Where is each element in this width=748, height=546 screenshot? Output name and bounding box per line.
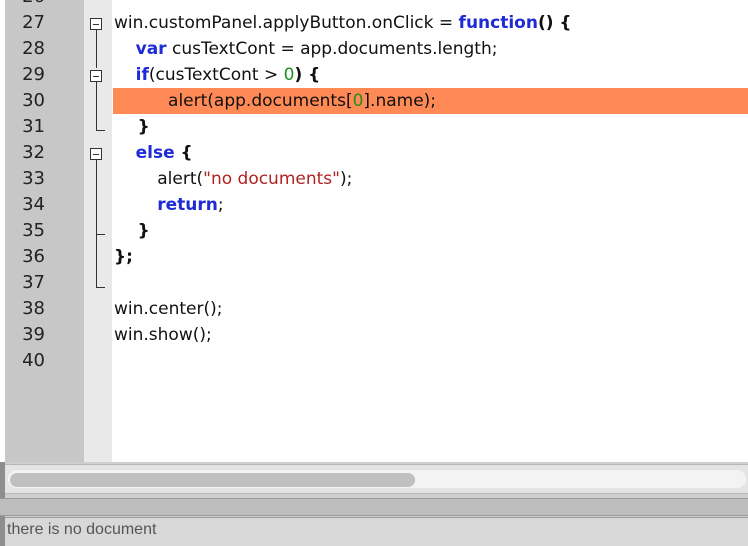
line-number: 39 xyxy=(22,324,45,345)
code-text[interactable]: }; xyxy=(114,244,133,270)
code-text[interactable]: return; xyxy=(114,192,224,218)
code-token: ; xyxy=(217,195,224,215)
code-token: return xyxy=(157,195,218,215)
code-token: if xyxy=(135,65,149,85)
code-text[interactable]: else { xyxy=(114,140,193,166)
code-line[interactable]: 27 win.customPanel.applyButton.onClick = … xyxy=(0,10,748,36)
panel-splitter[interactable] xyxy=(0,498,748,516)
fold-guide xyxy=(96,30,97,68)
code-text[interactable]: } xyxy=(114,218,150,244)
code-token: alert(app.documents[ xyxy=(114,91,353,111)
line-number: 28 xyxy=(22,38,45,59)
code-text[interactable]: } xyxy=(114,114,150,140)
code-token: win.customPanel.applyButton.onClick = xyxy=(114,13,459,33)
fold-guide xyxy=(96,82,97,130)
code-token: () { xyxy=(537,13,572,33)
console-panel: there is no document xyxy=(5,517,748,546)
code-line[interactable]: 33 alert("no documents"); xyxy=(0,166,748,192)
code-text[interactable]: var cusTextCont = app.documents.length; xyxy=(114,36,498,62)
code-text[interactable]: if(cusTextCont > 0) { xyxy=(114,62,321,88)
code-line[interactable]: 32 else { xyxy=(0,140,748,166)
line-number: 30 xyxy=(22,90,45,111)
code-token: "no documents" xyxy=(203,169,340,189)
fold-guide xyxy=(96,160,97,288)
fold-end-marker xyxy=(96,130,105,131)
code-line[interactable]: 36}; xyxy=(0,244,748,270)
code-line[interactable]: 28 var cusTextCont = app.documents.lengt… xyxy=(0,36,748,62)
code-line[interactable]: 37 xyxy=(0,270,748,296)
horizontal-scrollbar[interactable] xyxy=(5,464,748,494)
code-token: cusTextCont = app.documents.length; xyxy=(166,39,498,59)
fold-end-marker xyxy=(96,287,105,288)
line-number: 36 xyxy=(22,246,45,267)
scrollbar-thumb[interactable] xyxy=(10,473,415,487)
code-line[interactable]: 29 if(cusTextCont > 0) { xyxy=(0,62,748,88)
line-number: 35 xyxy=(22,220,45,241)
line-number: 33 xyxy=(22,168,45,189)
code-token: } xyxy=(114,117,150,137)
script-editor-window: 26 27 win.customPanel.applyButton.onClick … xyxy=(0,0,748,546)
code-line[interactable]: 35 } xyxy=(0,218,748,244)
code-token: ); xyxy=(339,169,353,189)
code-line[interactable]: 38 win.center(); xyxy=(0,296,748,322)
code-token: else xyxy=(135,143,175,163)
line-number: 29 xyxy=(22,64,45,85)
line-number: 38 xyxy=(22,298,45,319)
fold-collapse-icon[interactable] xyxy=(90,70,102,82)
code-line-highlighted[interactable]: 30 alert(app.documents[0].name); xyxy=(0,88,748,114)
code-line[interactable]: 31 } xyxy=(0,114,748,140)
line-number: 40 xyxy=(22,350,45,371)
code-token: function xyxy=(458,13,538,33)
code-text[interactable]: alert("no documents"); xyxy=(114,166,352,192)
code-text[interactable]: win.show(); xyxy=(114,322,212,348)
code-editor[interactable]: 26 27 win.customPanel.applyButton.onClick … xyxy=(0,0,748,462)
line-number: 26 xyxy=(5,0,45,10)
code-token: var xyxy=(135,39,167,59)
line-number: 31 xyxy=(22,116,45,137)
code-line[interactable]: 39 win.show(); xyxy=(0,322,748,348)
code-token: win.show(); xyxy=(114,325,212,345)
code-token: } xyxy=(114,221,150,241)
code-token: 0 xyxy=(283,65,295,85)
code-token: ].name); xyxy=(363,91,437,111)
code-token: alert( xyxy=(114,169,204,189)
fold-end-marker xyxy=(96,234,105,235)
code-token: (cusTextCont > xyxy=(148,65,284,85)
line-number: 32 xyxy=(22,142,45,163)
code-line[interactable]: 40 xyxy=(0,348,748,374)
code-text[interactable]: alert(app.documents[0].name); xyxy=(114,88,436,114)
console-message: there is no document xyxy=(7,521,157,538)
fold-collapse-icon[interactable] xyxy=(90,18,102,30)
code-token: win.center(); xyxy=(114,299,223,319)
code-token: 0 xyxy=(352,91,364,111)
code-text[interactable]: win.center(); xyxy=(114,296,223,322)
code-line[interactable]: 34 return; xyxy=(0,192,748,218)
line-number: 34 xyxy=(22,194,45,215)
code-text[interactable]: win.customPanel.applyButton.onClick = fu… xyxy=(114,10,572,36)
fold-collapse-icon[interactable] xyxy=(90,148,102,160)
line-number: 37 xyxy=(22,272,45,293)
code-line[interactable]: 26 xyxy=(0,0,748,10)
code-token: { xyxy=(174,143,193,163)
line-number: 27 xyxy=(22,12,45,33)
code-token: ) { xyxy=(294,65,321,85)
code-token: }; xyxy=(114,247,133,267)
